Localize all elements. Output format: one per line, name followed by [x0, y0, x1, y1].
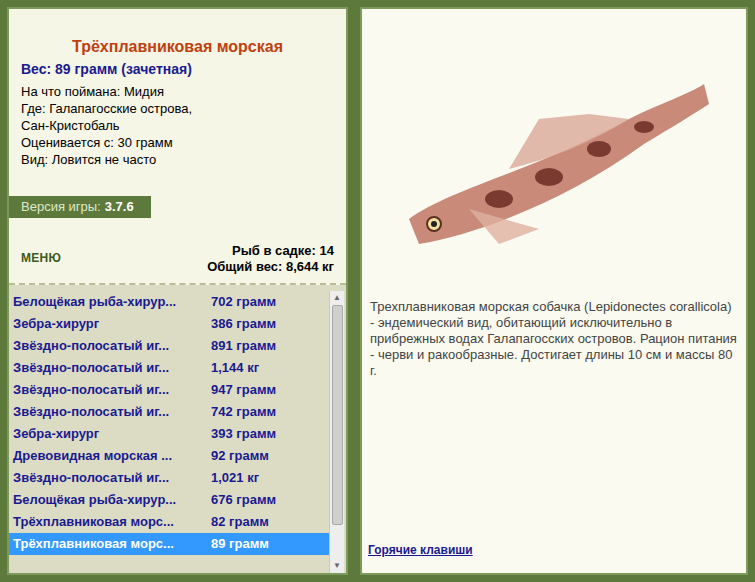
hotkeys-link[interactable]: Горячие клавиши — [368, 543, 473, 557]
menu-button[interactable]: МЕНЮ — [21, 249, 61, 267]
catch-row[interactable]: Звёздно-полосатый иг...947 грамм — [9, 379, 329, 401]
fish-description: Трехплавниковая морская собачка (Lepidon… — [362, 299, 746, 379]
catch-row[interactable]: Древовидная морская ...92 грамм — [9, 445, 329, 467]
scrollbar[interactable]: ▲▼ — [329, 291, 344, 573]
catch-row[interactable]: Трёхплавниковая морс...82 грамм — [9, 511, 329, 533]
fish-info: Трёхплавниковая морскаяВес: 89 грамм (за… — [9, 9, 346, 283]
catch-row[interactable]: Звёздно-полосатый иг...891 грамм — [9, 335, 329, 357]
scrollbar-thumb[interactable] — [332, 305, 343, 525]
keepnet-total: Общий вес: 8,644 кг — [207, 259, 334, 275]
catch-row[interactable]: Звёздно-полосатый иг...1,144 кг — [9, 357, 329, 379]
fish-detail: На что поймана: Мидия — [21, 83, 334, 100]
catch-row[interactable]: Звёздно-полосатый иг...742 грамм — [9, 401, 329, 423]
keepnet-count: Рыб в садке: 14 — [232, 243, 334, 259]
catch-row[interactable]: Зебра-хирург386 грамм — [9, 313, 329, 335]
game-screen: Трёхплавниковая морскаяВес: 89 грамм (за… — [0, 0, 755, 582]
fish-picture — [389, 59, 719, 259]
fish-detail: Где: Галапагосские острова, — [21, 100, 334, 117]
right-panel: Трехплавниковая морская собачка (Lepidon… — [360, 7, 748, 575]
fish-weight: Вес: 89 грамм (зачетная) — [21, 59, 334, 79]
version-bar: Версия игры:3.7.6 — [9, 196, 151, 218]
catch-row[interactable]: Зебра-хирург393 грамм — [9, 423, 329, 445]
catch-row[interactable]: Белощёкая рыба-хирур...676 грамм — [9, 489, 329, 511]
left-panel: Трёхплавниковая морскаяВес: 89 грамм (за… — [7, 7, 348, 575]
catch-row[interactable]: Белощёкая рыба-хирур...702 грамм — [9, 291, 329, 313]
fish-detail: Вид: Ловится не часто — [21, 151, 334, 168]
fish-detail: Оценивается с: 30 грамм — [21, 134, 334, 151]
catch-row[interactable]: Трёхплавниковая морс...89 грамм — [9, 533, 329, 555]
catch-row[interactable]: Звёздно-полосатый иг...1,021 кг — [9, 467, 329, 489]
fish-title: Трёхплавниковая морская — [21, 37, 334, 57]
fish-detail: Сан-Кристобаль — [21, 117, 334, 134]
catch-list: Белощёкая рыба-хирур...702 граммЗебра-хи… — [9, 285, 346, 573]
